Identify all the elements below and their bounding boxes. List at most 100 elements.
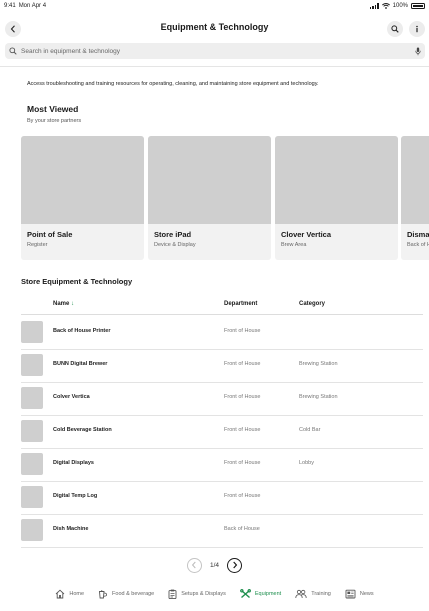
table-row[interactable]: Dish Machine Back of House: [21, 515, 423, 548]
tab-home[interactable]: Home: [55, 589, 84, 599]
row-department: Back of House: [224, 526, 260, 532]
food-beverage-icon: [99, 590, 108, 599]
card-image-placeholder: [275, 136, 398, 224]
next-page-button[interactable]: [227, 557, 243, 573]
row-department: Front of House: [224, 427, 261, 433]
tab-training[interactable]: Training: [295, 589, 331, 599]
chevron-right-icon: [232, 561, 237, 569]
column-header-category: Category: [299, 301, 326, 307]
most-viewed-subtitle: By your store partners: [27, 118, 82, 124]
card-dismantle[interactable]: Dismantle Back of House: [401, 136, 429, 260]
microphone-icon[interactable]: [415, 47, 421, 56]
row-department: Front of House: [224, 493, 261, 499]
card-subtitle: Device & Display: [154, 242, 196, 248]
row-thumbnail: [21, 453, 43, 475]
search-input[interactable]: [21, 47, 415, 55]
tab-label: Food & beverage: [112, 591, 155, 597]
row-name: BUNN Digital Brewer: [53, 361, 108, 367]
row-thumbnail: [21, 354, 43, 376]
row-thumbnail: [21, 519, 43, 541]
card-title: Clover Vertica: [281, 230, 332, 239]
row-category: Brewing Station: [299, 361, 338, 367]
battery-percent: 100%: [392, 3, 408, 9]
battery-icon: [411, 3, 425, 9]
search-bar: [5, 43, 425, 59]
card-title: Dismantle: [407, 230, 429, 239]
store-equipment-heading: Store Equipment & Technology: [21, 277, 133, 286]
tab-label: News: [359, 591, 374, 597]
most-viewed-carousel[interactable]: Point of Sale Register Store iPad Device…: [21, 136, 429, 260]
column-header-label: Name: [53, 301, 70, 307]
pagination: 1/4: [0, 557, 429, 573]
card-image-placeholder: [401, 136, 429, 224]
row-thumbnail: [21, 420, 43, 442]
tab-food-beverage[interactable]: Food & beverage: [98, 589, 154, 599]
status-bar: 9:41 Mon Apr 4 100%: [0, 0, 429, 12]
card-subtitle: Back of House: [407, 242, 429, 248]
intro-text: Access troubleshooting and training reso…: [27, 81, 319, 87]
row-department: Front of House: [224, 460, 261, 466]
row-category: Cold Bar: [299, 427, 321, 433]
tab-setups-displays[interactable]: Setups & Displays: [168, 589, 226, 599]
nav-bar: Equipment & Technology: [0, 18, 429, 42]
tab-label: Equipment: [254, 591, 282, 597]
tab-label: Training: [311, 591, 331, 597]
row-name: Dish Machine: [53, 526, 89, 532]
row-name: Back of House Printer: [53, 328, 111, 334]
table-row[interactable]: BUNN Digital Brewer Front of House Brewi…: [21, 350, 423, 383]
row-department: Front of House: [224, 361, 261, 367]
table-row[interactable]: Back of House Printer Front of House: [21, 317, 423, 350]
tools-icon: [239, 589, 251, 599]
cellular-signal-icon: [370, 3, 379, 9]
info-button[interactable]: [409, 21, 425, 37]
card-title: Store iPad: [154, 230, 192, 239]
card-title: Point of Sale: [27, 230, 73, 239]
people-icon: [295, 589, 307, 599]
previous-page-button[interactable]: [186, 557, 202, 573]
wifi-icon: [381, 3, 390, 9]
search-button[interactable]: [387, 21, 403, 37]
chevron-left-icon: [192, 561, 197, 569]
tab-news[interactable]: News: [345, 589, 374, 599]
row-thumbnail: [21, 321, 43, 343]
row-thumbnail: [21, 387, 43, 409]
sort-down-arrow-icon: ↓: [71, 301, 75, 307]
newspaper-icon: [345, 589, 356, 599]
status-date: Mon Apr 4: [18, 3, 47, 9]
card-subtitle: Register: [27, 242, 48, 248]
card-image-placeholder: [148, 136, 271, 224]
card-subtitle: Brew Area: [281, 242, 307, 248]
search-icon: [391, 25, 399, 33]
info-icon: [416, 25, 418, 33]
header-divider: [0, 66, 429, 67]
bottom-tab-bar: Home Food & beverage Setups & Displays E…: [0, 584, 429, 604]
table-row[interactable]: Cold Beverage Station Front of House Col…: [21, 416, 423, 449]
tab-equipment[interactable]: Equipment: [239, 589, 282, 599]
home-icon: [56, 589, 65, 599]
status-time: 9:41: [4, 3, 16, 9]
page-indicator: 1/4: [209, 561, 220, 569]
table-row[interactable]: Colver Vertica Front of House Brewing St…: [21, 383, 423, 416]
card-point-of-sale[interactable]: Point of Sale Register: [21, 136, 144, 260]
row-category: Lobby: [299, 460, 314, 466]
clipboard-icon: [168, 589, 177, 599]
card-image-placeholder: [21, 136, 144, 224]
tab-label: Setups & Displays: [181, 591, 226, 597]
row-name: Digital Displays: [53, 460, 94, 466]
search-icon: [9, 47, 17, 55]
row-name: Colver Vertica: [53, 394, 90, 400]
row-name: Cold Beverage Station: [53, 427, 112, 433]
tab-label: Home: [69, 591, 85, 597]
card-store-ipad[interactable]: Store iPad Device & Display: [148, 136, 271, 260]
page-title: Equipment & Technology: [160, 22, 269, 32]
table-row[interactable]: Digital Temp Log Front of House: [21, 482, 423, 515]
row-category: Brewing Station: [299, 394, 338, 400]
column-header-department: Department: [224, 301, 258, 307]
column-header-name[interactable]: Name ↓: [53, 301, 74, 307]
table-header: Name ↓ Department Category: [21, 299, 423, 315]
row-department: Front of House: [224, 394, 261, 400]
equipment-table: Back of House Printer Front of House BUN…: [21, 317, 423, 548]
most-viewed-heading: Most Viewed: [27, 104, 79, 114]
table-row[interactable]: Digital Displays Front of House Lobby: [21, 449, 423, 482]
card-clover-vertica[interactable]: Clover Vertica Brew Area: [275, 136, 398, 260]
